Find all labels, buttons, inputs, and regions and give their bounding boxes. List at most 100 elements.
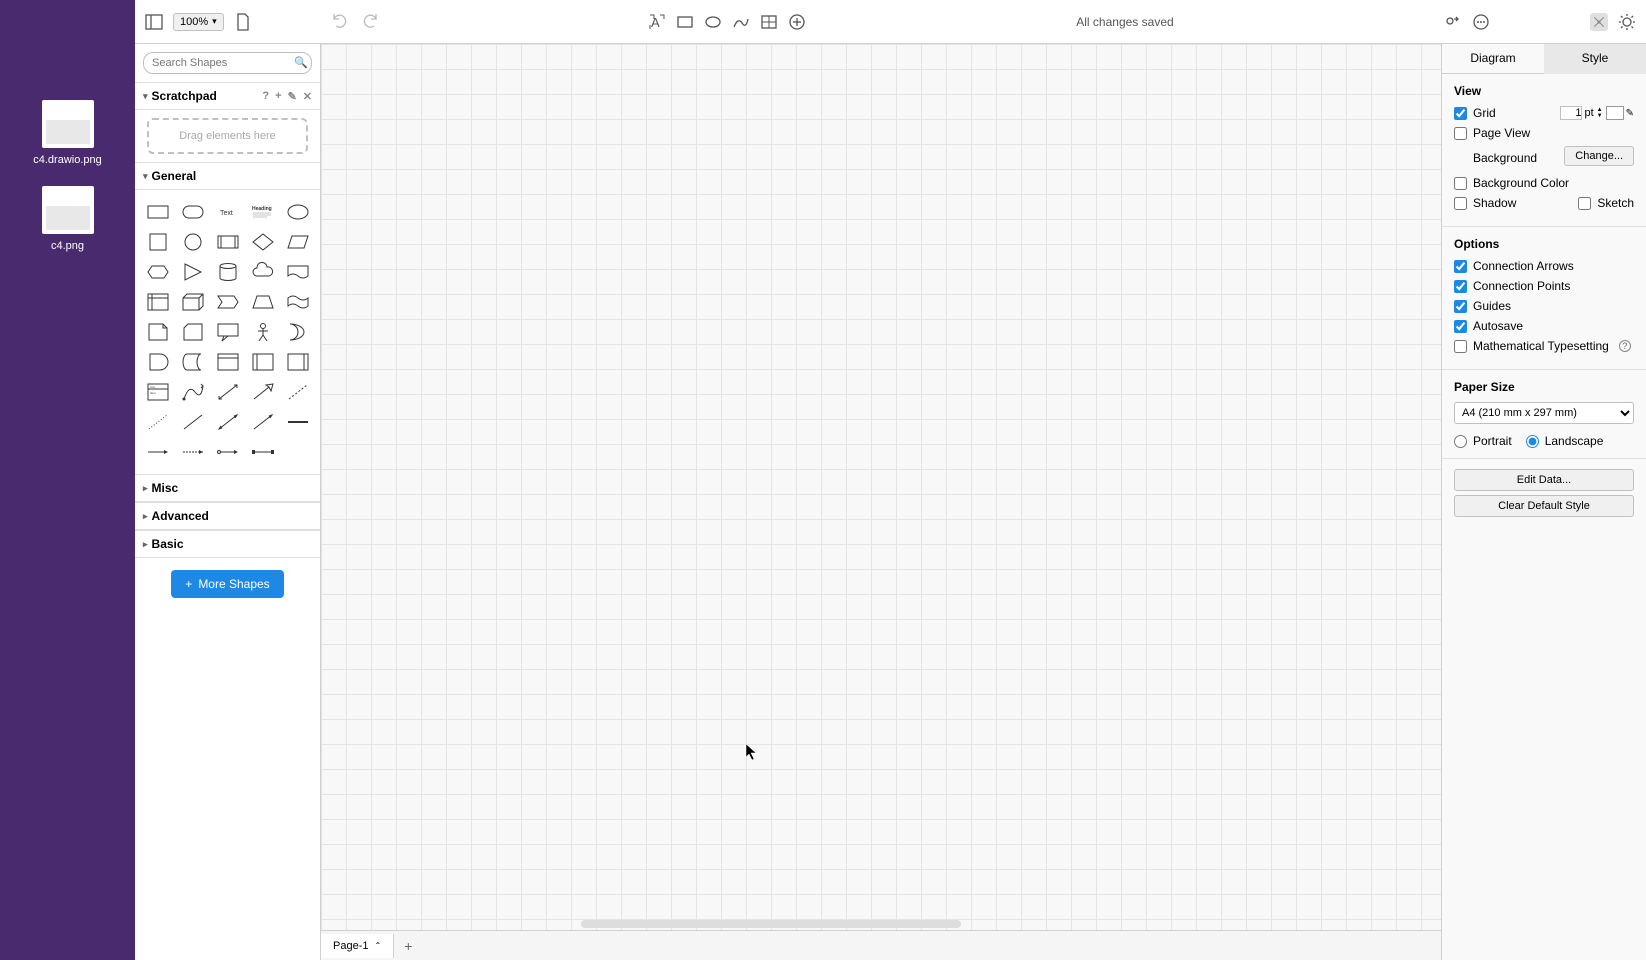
section-general[interactable]: ▾ General bbox=[135, 162, 320, 190]
sketch-checkbox[interactable] bbox=[1578, 197, 1591, 210]
sidebar-toggle-icon[interactable] bbox=[145, 13, 163, 31]
shadow-checkbox[interactable] bbox=[1454, 197, 1467, 210]
grid-size-input[interactable] bbox=[1560, 106, 1582, 120]
shape-dashed-line[interactable] bbox=[281, 378, 314, 406]
shape-rounded-rect[interactable] bbox=[176, 198, 209, 226]
pencil-icon[interactable]: ✎ bbox=[1626, 108, 1634, 119]
file-thumbnail[interactable]: c4.png bbox=[42, 186, 94, 252]
canvas[interactable] bbox=[321, 44, 1441, 930]
shape-triangle[interactable] bbox=[176, 258, 209, 286]
shape-or[interactable] bbox=[281, 318, 314, 346]
ellipse-tool-icon[interactable] bbox=[704, 13, 722, 31]
shape-link3[interactable] bbox=[176, 438, 209, 466]
landscape-radio[interactable] bbox=[1526, 435, 1539, 448]
freehand-tool-icon[interactable] bbox=[732, 13, 750, 31]
edit-icon[interactable]: ✎ bbox=[288, 90, 297, 103]
document-icon[interactable] bbox=[234, 13, 252, 31]
shape-note[interactable] bbox=[141, 318, 174, 346]
more-icon[interactable] bbox=[1472, 13, 1490, 31]
format-panel-toggle-icon[interactable] bbox=[1590, 13, 1608, 31]
spinner-down-icon[interactable]: ▼ bbox=[1596, 113, 1604, 119]
undo-icon[interactable] bbox=[332, 13, 350, 31]
chevron-up-icon[interactable]: ⌃ bbox=[374, 941, 381, 950]
collapse-icon[interactable]: ▾ bbox=[143, 171, 148, 182]
share-icon[interactable] bbox=[1444, 13, 1462, 31]
rectangle-tool-icon[interactable] bbox=[676, 13, 694, 31]
redo-icon[interactable] bbox=[360, 13, 378, 31]
shape-hcontainer[interactable] bbox=[246, 348, 279, 376]
help-icon[interactable]: ? bbox=[1619, 340, 1631, 352]
search-icon[interactable]: 🔍 bbox=[294, 56, 308, 69]
section-advanced[interactable]: ▸ Advanced bbox=[135, 502, 320, 530]
shape-link2[interactable] bbox=[141, 438, 174, 466]
shape-container[interactable] bbox=[211, 348, 244, 376]
horizontal-scrollbar[interactable] bbox=[581, 920, 961, 928]
shape-square[interactable] bbox=[141, 228, 174, 256]
search-input[interactable] bbox=[143, 52, 312, 74]
conn-points-checkbox[interactable] bbox=[1454, 280, 1467, 293]
pageview-checkbox[interactable] bbox=[1454, 127, 1467, 140]
shape-arrow[interactable] bbox=[246, 378, 279, 406]
portrait-radio[interactable] bbox=[1454, 435, 1467, 448]
shape-dir-line[interactable] bbox=[246, 408, 279, 436]
add-icon[interactable]: + bbox=[275, 90, 281, 103]
shape-hcontainer2[interactable] bbox=[281, 348, 314, 376]
shape-process[interactable] bbox=[211, 228, 244, 256]
grid-color-swatch[interactable] bbox=[1606, 106, 1624, 120]
tab-style[interactable]: Style bbox=[1544, 44, 1646, 74]
shape-ellipse[interactable] bbox=[281, 198, 314, 226]
section-basic[interactable]: ▸ Basic bbox=[135, 530, 320, 558]
guides-checkbox[interactable] bbox=[1454, 300, 1467, 313]
shape-curve[interactable] bbox=[176, 378, 209, 406]
shape-link4[interactable] bbox=[211, 438, 244, 466]
add-page-button[interactable]: + bbox=[394, 932, 422, 960]
shape-parallelogram[interactable] bbox=[281, 228, 314, 256]
page-tab[interactable]: Page-1 ⌃ bbox=[321, 934, 394, 958]
shape-list[interactable]: ListItem bbox=[141, 378, 174, 406]
shape-bidir-line[interactable] bbox=[211, 408, 244, 436]
shape-document[interactable] bbox=[281, 258, 314, 286]
shape-cube[interactable] bbox=[176, 288, 209, 316]
tab-diagram[interactable]: Diagram bbox=[1442, 44, 1544, 74]
bgcolor-checkbox[interactable] bbox=[1454, 177, 1467, 190]
shape-and[interactable] bbox=[141, 348, 174, 376]
clear-style-button[interactable]: Clear Default Style bbox=[1454, 495, 1634, 517]
shape-dotted-line[interactable] bbox=[141, 408, 174, 436]
shape-diamond[interactable] bbox=[246, 228, 279, 256]
math-checkbox[interactable] bbox=[1454, 340, 1467, 353]
shape-cloud[interactable] bbox=[246, 258, 279, 286]
theme-icon[interactable] bbox=[1618, 13, 1636, 31]
add-tool-icon[interactable] bbox=[788, 13, 806, 31]
file-thumbnail[interactable]: c4.drawio.png bbox=[33, 100, 102, 166]
shape-tape[interactable] bbox=[281, 288, 314, 316]
expand-icon[interactable]: ▸ bbox=[143, 483, 148, 494]
help-icon[interactable]: ? bbox=[262, 90, 269, 103]
edit-data-button[interactable]: Edit Data... bbox=[1454, 469, 1634, 491]
shape-actor[interactable] bbox=[246, 318, 279, 346]
shape-link1[interactable] bbox=[281, 408, 314, 436]
shape-trapezoid[interactable] bbox=[246, 288, 279, 316]
change-background-button[interactable]: Change... bbox=[1564, 146, 1634, 166]
shape-cylinder[interactable] bbox=[211, 258, 244, 286]
shape-line[interactable] bbox=[176, 408, 209, 436]
shape-internal-storage[interactable] bbox=[141, 288, 174, 316]
shape-text[interactable]: Text bbox=[211, 198, 244, 226]
shape-rectangle[interactable] bbox=[141, 198, 174, 226]
more-shapes-button[interactable]: + More Shapes bbox=[171, 570, 283, 598]
zoom-selector[interactable]: 100% bbox=[173, 13, 224, 31]
scratchpad-dropzone[interactable]: Drag elements here bbox=[147, 118, 308, 154]
shape-link5[interactable] bbox=[246, 438, 279, 466]
shape-step[interactable] bbox=[211, 288, 244, 316]
shape-callout[interactable] bbox=[211, 318, 244, 346]
shape-bidir-arrow[interactable] bbox=[211, 378, 244, 406]
close-icon[interactable]: ✕ bbox=[303, 90, 312, 103]
shape-heading[interactable]: Heading bbox=[246, 198, 279, 226]
shape-card[interactable] bbox=[176, 318, 209, 346]
section-scratchpad[interactable]: ▾ Scratchpad ? + ✎ ✕ bbox=[135, 82, 320, 110]
expand-icon[interactable]: ▸ bbox=[143, 539, 148, 550]
grid-checkbox[interactable] bbox=[1454, 107, 1467, 120]
table-tool-icon[interactable] bbox=[760, 13, 778, 31]
papersize-select[interactable]: A4 (210 mm x 297 mm) bbox=[1454, 402, 1634, 424]
shape-circle[interactable] bbox=[176, 228, 209, 256]
shape-hexagon[interactable] bbox=[141, 258, 174, 286]
